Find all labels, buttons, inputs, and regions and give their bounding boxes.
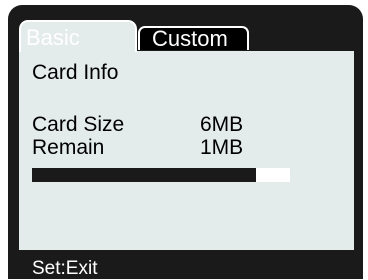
card-size-value: 6MB [200,113,244,136]
tab-basic[interactable]: Basic [19,20,137,52]
remain-value: 1MB [200,136,244,159]
tab-custom-label: Custom [152,26,228,51]
card-usage-bar [32,168,290,182]
card-usage-fill [32,168,257,182]
remain-label: Remain [32,136,105,159]
tab-basic-label: Basic [26,25,80,50]
panel-heading: Card Info [32,61,119,84]
footer-hint: Set:Exit [32,258,98,279]
tab-custom[interactable]: Custom [138,26,249,50]
card-size-label: Card Size [32,113,125,136]
